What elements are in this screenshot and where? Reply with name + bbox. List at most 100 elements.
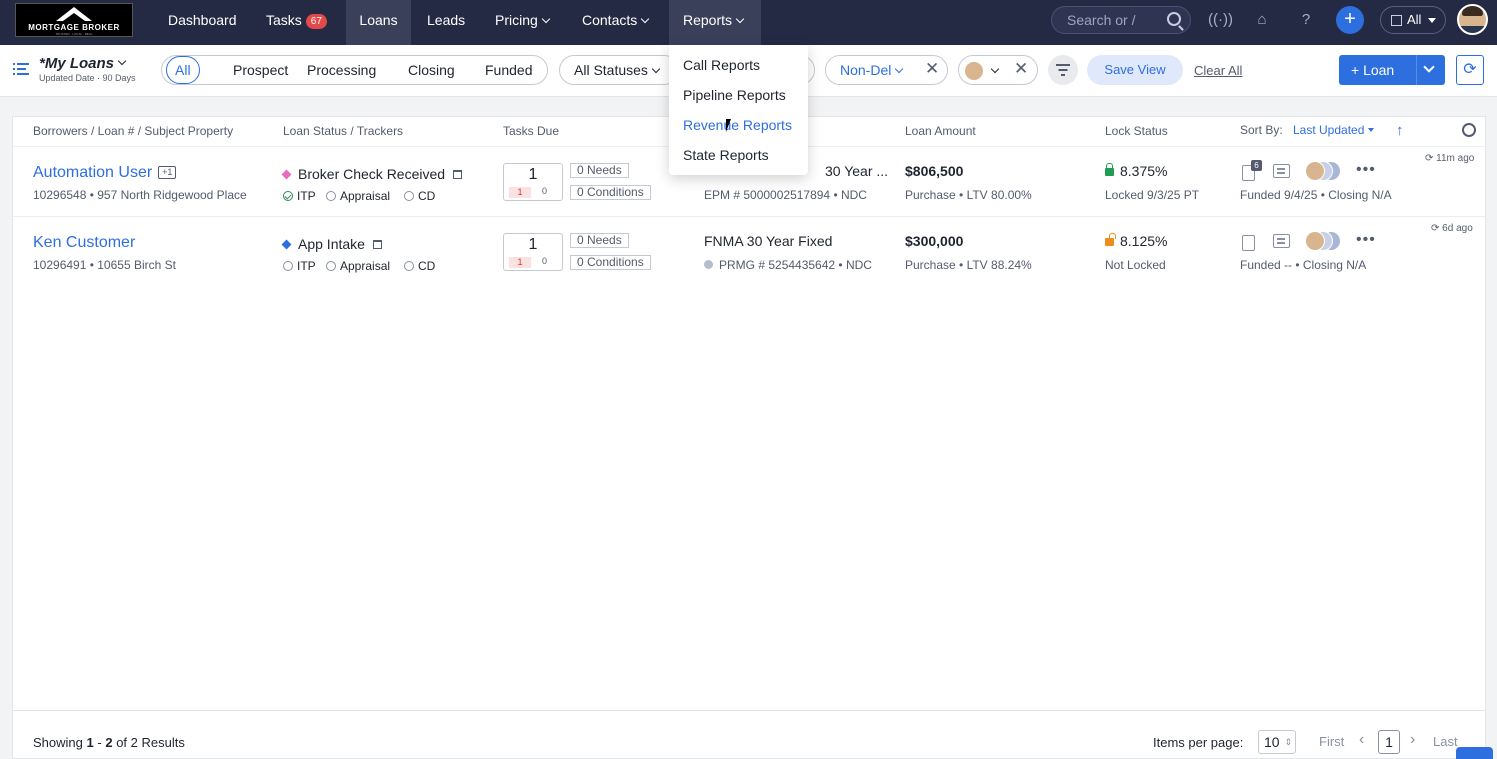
chevron-down-icon (895, 64, 904, 74)
circle-icon (404, 191, 414, 201)
chevron-down-icon (117, 56, 127, 66)
loan-status[interactable]: App Intake (281, 236, 382, 252)
tracker-cd[interactable]: CD (404, 259, 435, 273)
chevron-down-icon (651, 64, 661, 74)
nav-dashboard[interactable]: Dashboard (156, 0, 249, 45)
chevron-left-icon[interactable]: ‹ (1359, 731, 1364, 749)
current-page[interactable]: 1 (1378, 730, 1400, 754)
nav-reports[interactable]: Reports (669, 0, 761, 45)
nav-loans[interactable]: Loans (346, 0, 411, 45)
header-amount[interactable]: Loan Amount (905, 124, 976, 138)
verified-icon (704, 260, 713, 269)
list-filter-icon[interactable] (13, 62, 29, 76)
avatar (1305, 161, 1325, 181)
purpose-ltv: Purchase • LTV 80.00% (905, 188, 1032, 202)
circle-icon (283, 261, 293, 271)
header-borrowers[interactable]: Borrowers / Loan # / Subject Property (33, 124, 233, 138)
results-count: Showing 1 - 2 of 2 Results (33, 735, 185, 750)
quick-add-button[interactable]: + (1336, 6, 1364, 34)
scope-select[interactable]: All (1380, 6, 1446, 34)
owner-avatar (965, 62, 983, 81)
header-lock[interactable]: Lock Status (1105, 124, 1168, 138)
bank-icon[interactable]: ⌂ (1252, 11, 1272, 29)
loan-status[interactable]: Broker Check Received (281, 166, 463, 182)
tracker-itp[interactable]: ITP (283, 189, 316, 203)
team-avatars[interactable] (1305, 231, 1345, 251)
tracker-appraisal[interactable]: Appraisal (326, 259, 390, 273)
chat-launcher-button[interactable] (1456, 747, 1493, 759)
conditions-badge[interactable]: 0 Conditions (570, 255, 651, 270)
more-options-icon[interactable]: ••• (1356, 231, 1376, 249)
stage-tab-all[interactable]: All (166, 56, 200, 84)
team-avatars[interactable] (1305, 161, 1345, 181)
chevron-down-icon (641, 14, 650, 24)
needs-badge[interactable]: 0 Needs (570, 233, 629, 248)
unlock-icon (1105, 233, 1116, 246)
last-page-link[interactable]: Last (1433, 734, 1458, 749)
menu-item-call-reports[interactable]: Call Reports (683, 57, 760, 73)
header-tasks[interactable]: Tasks Due (503, 124, 559, 138)
sort-direction-icon[interactable]: ↑ (1396, 122, 1404, 139)
nav-tasks[interactable]: Tasks 67 (254, 0, 339, 45)
needs-badge[interactable]: 0 Needs (570, 163, 629, 178)
status-diamond-icon (281, 239, 292, 250)
nav-contacts[interactable]: Contacts (570, 0, 660, 45)
items-per-page-select[interactable]: 10 (1258, 730, 1296, 754)
calendar-icon[interactable] (372, 240, 382, 249)
borrower-name[interactable]: Automation User +1 (33, 164, 177, 182)
tracker-cd[interactable]: CD (404, 189, 435, 203)
overdue-count: 1 (509, 257, 531, 268)
advanced-filter-icon[interactable] (1048, 55, 1078, 85)
table-footer: Showing 1 - 2 of 2 Results Items per pag… (13, 710, 1485, 758)
user-avatar[interactable] (1457, 4, 1488, 35)
menu-item-revenue-reports[interactable]: Revenue Reports (683, 117, 792, 133)
tasks-due-box[interactable]: 1 1 0 (503, 163, 563, 201)
tasks-due-box[interactable]: 1 1 0 (503, 233, 563, 271)
view-selector[interactable]: *My Loans (39, 55, 127, 72)
chat-icon[interactable] (1273, 164, 1290, 178)
clear-channel-filter-icon[interactable]: ✕ (925, 59, 939, 79)
gear-icon[interactable] (1462, 123, 1476, 137)
chat-icon[interactable] (1273, 234, 1290, 248)
new-loan-button[interactable]: + Loan (1339, 55, 1445, 85)
borrower-name[interactable]: Ken Customer (33, 234, 135, 252)
help-icon[interactable]: ? (1296, 11, 1316, 29)
status-diamond-icon (281, 169, 292, 180)
stage-tab-closing[interactable]: Closing (408, 56, 455, 84)
investor-number: EPM # 5000002517894 • NDC (704, 188, 867, 202)
broadcast-icon[interactable]: ((·)) (1208, 11, 1233, 29)
refresh-icon[interactable]: ⟳ (1456, 55, 1484, 85)
documents-icon[interactable] (1242, 235, 1255, 251)
status-filter-select[interactable]: All Statuses (559, 55, 679, 85)
tracker-itp[interactable]: ITP (283, 259, 316, 273)
clear-owner-filter-icon[interactable]: ✕ (1014, 59, 1028, 79)
stage-tab-prospect[interactable]: Prospect (233, 56, 288, 84)
calendar-icon[interactable] (453, 170, 463, 179)
chevron-down-icon[interactable] (1423, 61, 1435, 73)
stage-tab-funded[interactable]: Funded (485, 56, 532, 84)
clear-all-link[interactable]: Clear All (1194, 63, 1242, 78)
circle-icon (326, 191, 336, 201)
more-options-icon[interactable]: ••• (1356, 161, 1376, 179)
menu-item-state-reports[interactable]: State Reports (683, 147, 769, 163)
check-circle-icon (283, 191, 293, 201)
save-view-button[interactable]: Save View (1087, 55, 1183, 85)
first-page-link[interactable]: First (1319, 734, 1344, 749)
items-per-page-label: Items per page: (1153, 735, 1244, 750)
table-row[interactable]: Ken Customer 10296491 • 10655 Birch St A… (13, 216, 1485, 286)
search-input[interactable]: Search or / (1051, 6, 1191, 34)
sort-select[interactable]: Last Updated (1293, 123, 1375, 137)
brand-logo[interactable]: MORTGAGE BROKER TRUSTED · LOCAL · REAL (15, 3, 133, 37)
tracker-appraisal[interactable]: Appraisal (326, 189, 390, 203)
conditions-badge[interactable]: 0 Conditions (570, 185, 651, 200)
chevron-right-icon[interactable]: › (1410, 731, 1415, 749)
loans-table: Borrowers / Loan # / Subject Property Lo… (12, 116, 1486, 759)
header-status[interactable]: Loan Status / Trackers (283, 124, 403, 138)
building-icon (1391, 15, 1402, 26)
menu-item-pipeline-reports[interactable]: Pipeline Reports (683, 87, 786, 103)
stage-tab-processing[interactable]: Processing (307, 56, 376, 84)
loan-program: 30 Year ... (825, 163, 889, 179)
nav-pricing[interactable]: Pricing (483, 0, 561, 45)
lock-rate: 8.375% (1105, 163, 1167, 179)
nav-leads[interactable]: Leads (415, 0, 477, 45)
